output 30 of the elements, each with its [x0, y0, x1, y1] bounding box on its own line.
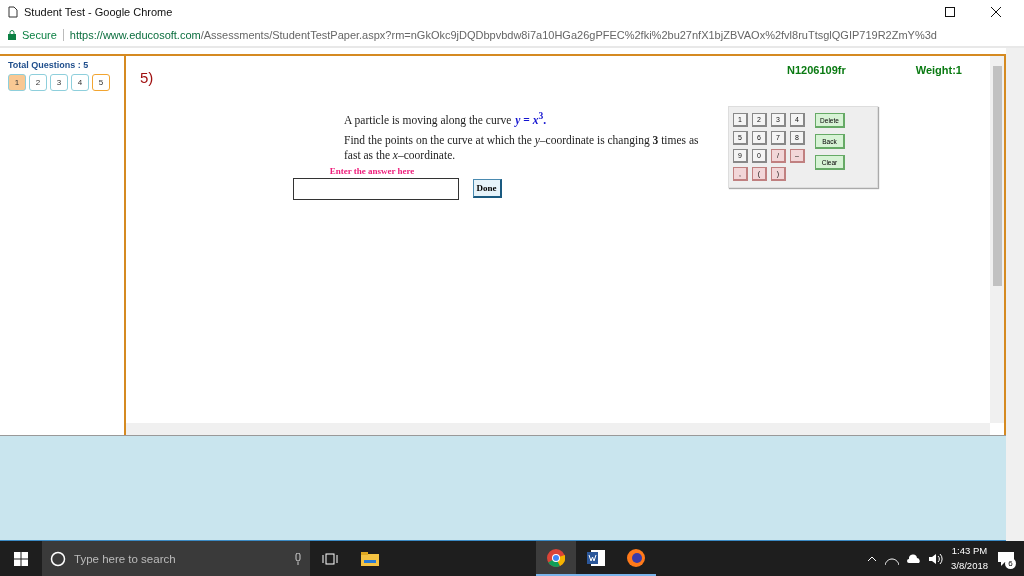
question-button[interactable]: 4 [71, 74, 89, 91]
question-text: Find the points on the curve at which the y–coordinate is changing 3 times as fast as the x–coordinate. [344, 133, 700, 162]
browser-icon[interactable] [536, 541, 576, 576]
lock-icon [8, 30, 16, 40]
answer-prompt: Enter the answer here [329, 165, 415, 176]
maximize-icon[interactable] [945, 7, 955, 17]
close-icon[interactable] [991, 7, 1001, 17]
weight-label: Weight:1 [915, 64, 962, 76]
url-text[interactable]: https://www.educosoft.com/Assessments/StudentTestPaper.aspx?rm=nGkOkc9jDQDbpvbdw8i7a10HGa26gPFEC%2fki%2bu27nfX1bjZBVAOx%2fvl8ruTtsglQGIP719R2ZmY%3d [69, 29, 937, 41]
horizontal-scrollbar[interactable] [126, 423, 990, 435]
question-code: N1206109fr [787, 64, 846, 76]
total-questions-label: Total Questions : 5 [8, 60, 90, 70]
question-button[interactable]: 3 [50, 74, 68, 91]
answer-field[interactable] [292, 177, 459, 200]
cloud-icon[interactable] [907, 554, 921, 563]
question-button[interactable]: 2 [29, 74, 47, 91]
taskbar-search-field[interactable]: Type here to search [42, 541, 310, 576]
question-button[interactable]: 5 [92, 74, 110, 91]
clock[interactable]: 1:43 PM 3/8/2018 [951, 544, 988, 573]
page-icon [8, 6, 18, 18]
search-icon [50, 550, 66, 567]
question-button[interactable]: 1 [8, 74, 26, 91]
question-number: 5) [140, 68, 154, 86]
security-label: Secure [22, 29, 57, 41]
window-title: Student Test - Google Chrome [24, 6, 174, 18]
question-text: A particle is moving along the curve y = x$^{3}$. [344, 110, 548, 128]
microphone-icon[interactable] [294, 552, 302, 565]
done-button[interactable]: Done [472, 179, 502, 199]
speaker-icon[interactable] [929, 552, 943, 565]
chevron-up-icon[interactable] [867, 555, 877, 562]
